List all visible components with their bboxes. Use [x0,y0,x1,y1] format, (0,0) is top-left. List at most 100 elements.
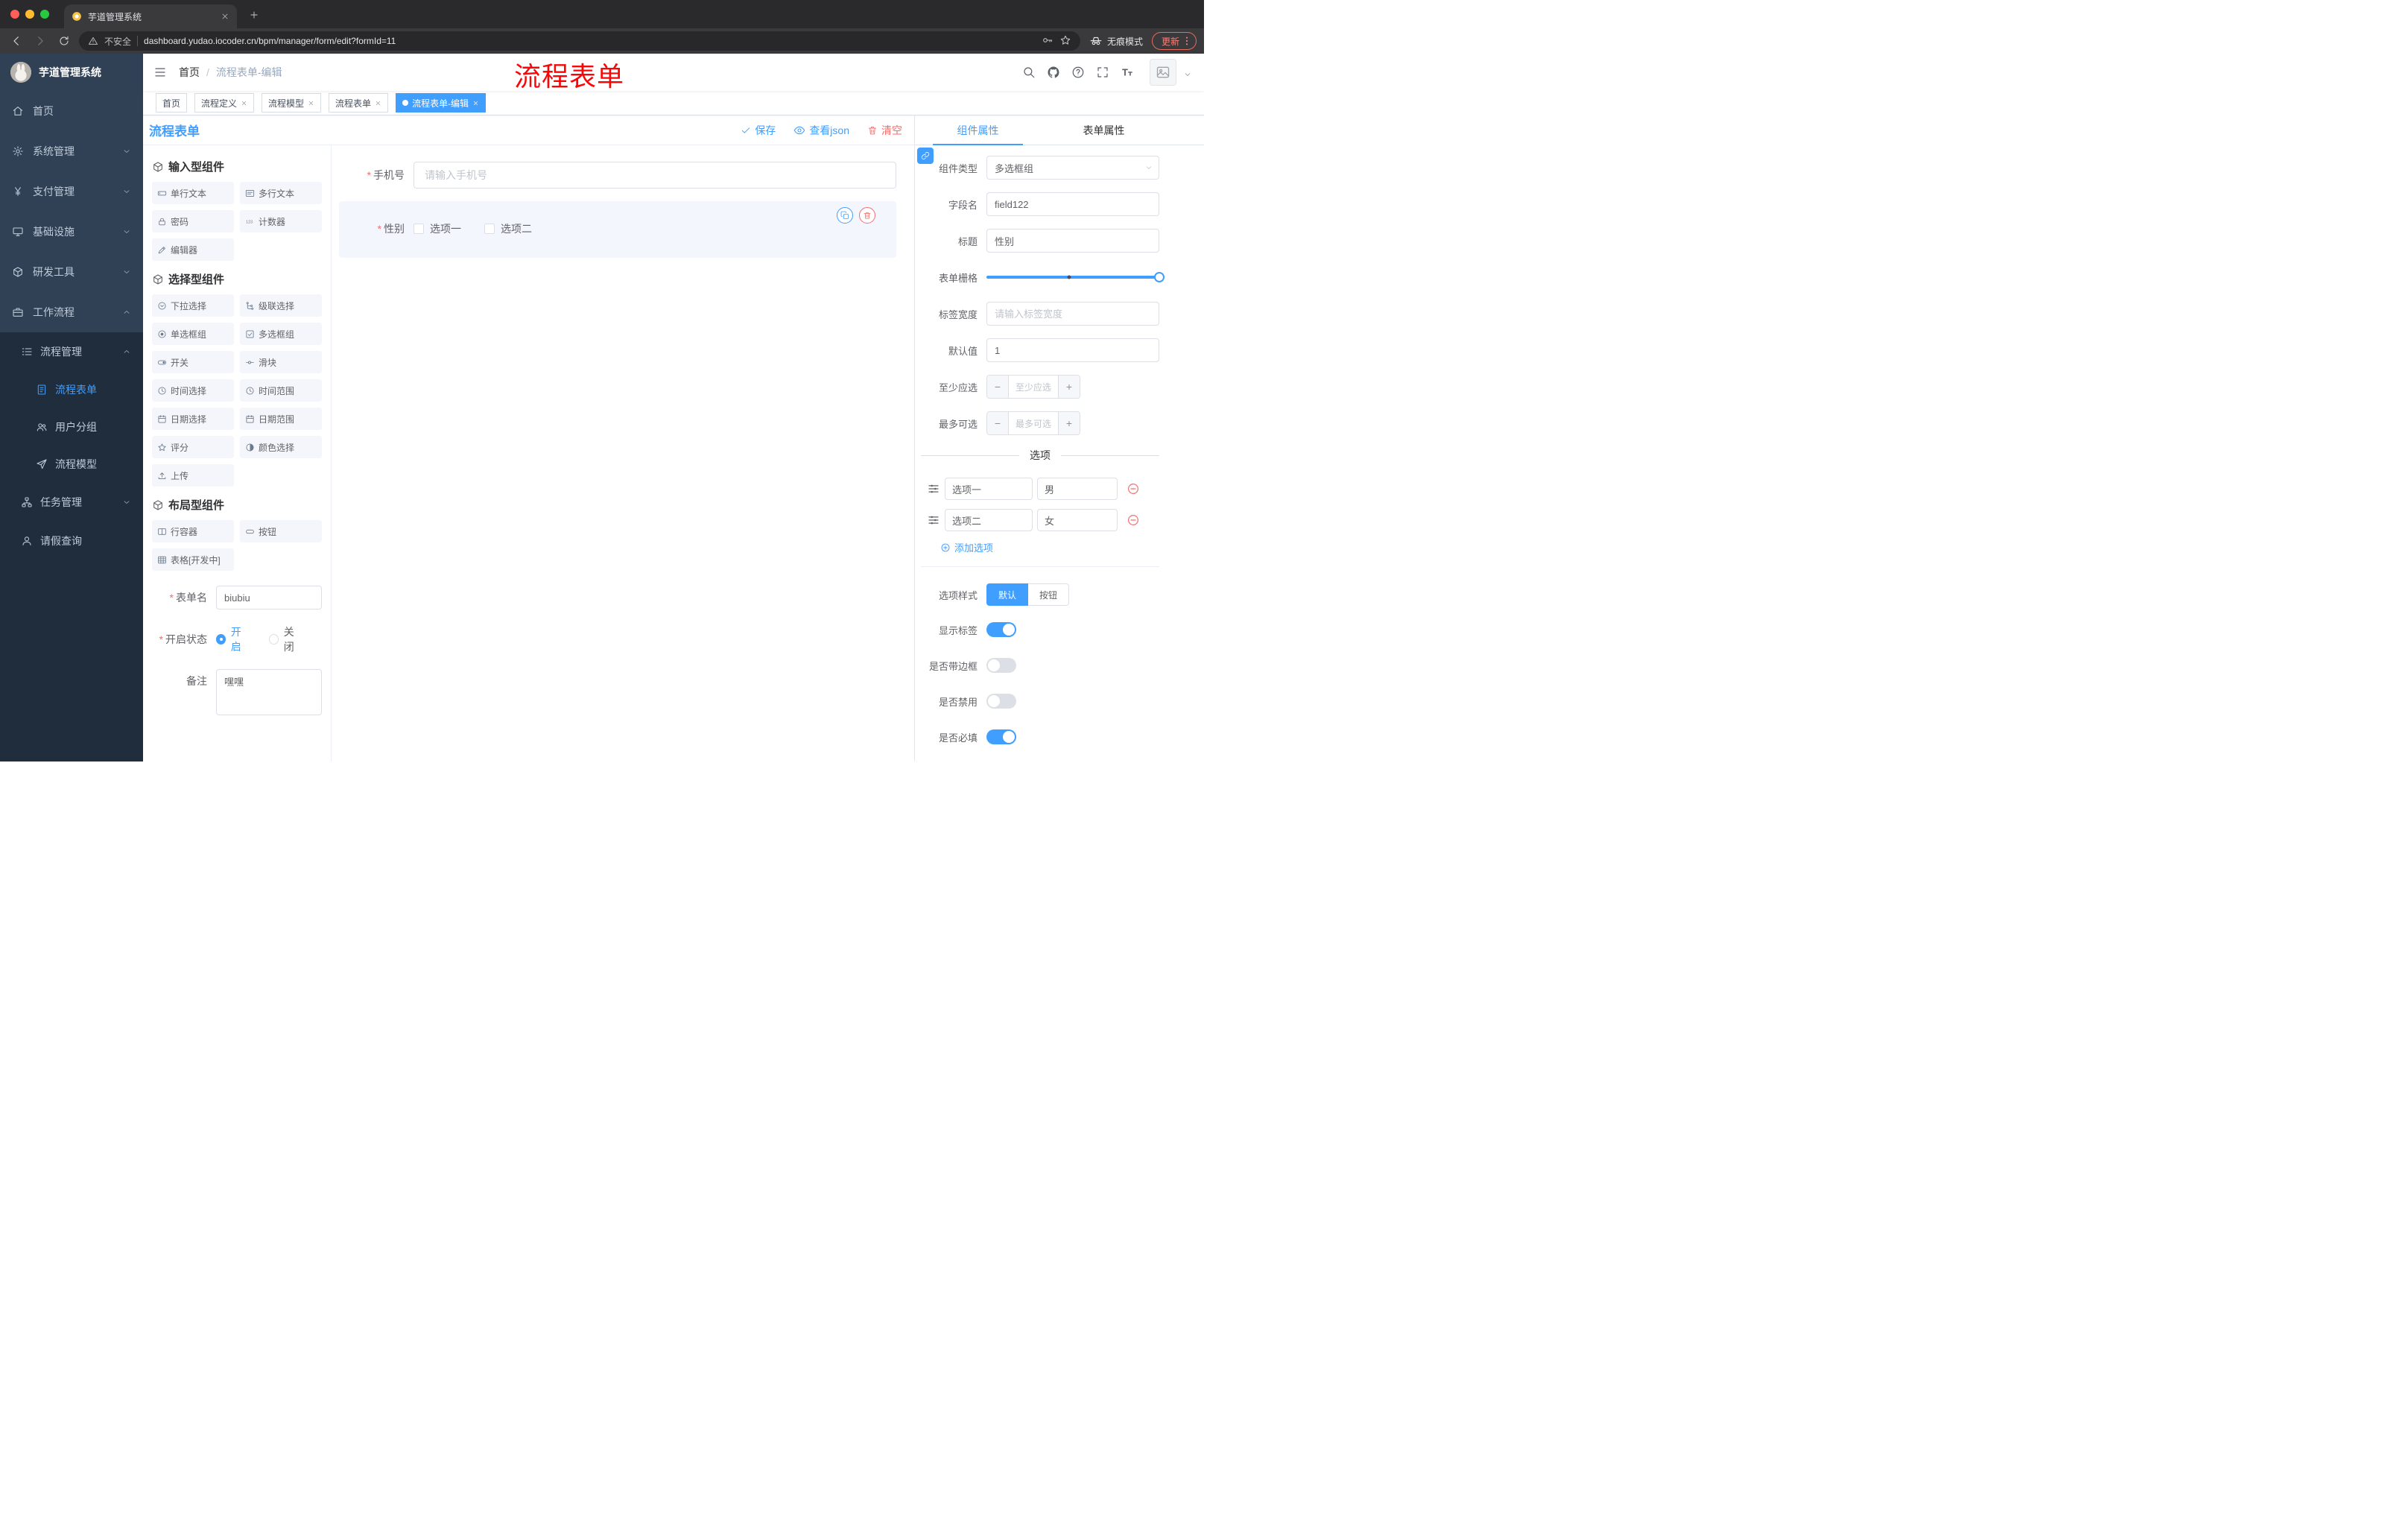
show-label-switch[interactable] [986,622,1016,637]
traffic-light-zoom[interactable] [40,10,49,19]
default-value-input[interactable] [986,338,1159,362]
title-input[interactable] [986,229,1159,253]
gender-checkbox-option1[interactable]: 选项一 [414,221,461,236]
component-time-range[interactable]: 时间范围 [240,379,322,402]
sidebar-item-infrastructure[interactable]: 基础设施 [0,212,143,252]
phone-field-row[interactable]: * 手机号 [339,162,896,189]
remove-option-icon[interactable] [1127,513,1140,527]
font-size-icon[interactable] [1121,66,1134,79]
browser-menu-dots-icon[interactable] [1181,35,1193,47]
stepper-increase-button[interactable]: + [1059,412,1080,434]
widget-delete-button[interactable] [859,207,875,224]
forward-button[interactable] [31,32,49,50]
tab-close-icon[interactable] [221,12,229,21]
component-password[interactable]: 密码 [152,210,234,232]
tag-process-form[interactable]: 流程表单 [329,93,389,113]
sidebar-item-process-form[interactable]: 流程表单 [0,371,143,408]
stepper-decrease-button[interactable]: − [987,412,1008,434]
tag-process-definition[interactable]: 流程定义 [194,93,255,113]
component-date-range[interactable]: 日期范围 [240,408,322,430]
tag-close-icon[interactable] [308,100,314,107]
sidebar-item-process-model[interactable]: 流程模型 [0,446,143,483]
component-rate[interactable]: 评分 [152,436,234,458]
component-type-value[interactable] [986,156,1159,180]
component-type-select[interactable] [986,156,1159,180]
view-json-button[interactable]: 查看json [793,123,849,138]
required-switch[interactable] [986,729,1016,744]
stepper-decrease-button[interactable]: − [987,376,1008,398]
component-button[interactable]: 按钮 [240,520,322,542]
sidebar-item-user-group[interactable]: 用户分组 [0,408,143,446]
tag-close-icon[interactable] [375,100,381,107]
widget-copy-button[interactable] [837,207,853,224]
component-counter[interactable]: 计数器 [240,210,322,232]
reload-button[interactable] [55,32,73,50]
url-bar[interactable]: 不安全 dashboard.yudao.iocoder.cn/bpm/manag… [79,31,1080,51]
stepper-increase-button[interactable]: + [1059,376,1080,398]
sidebar-item-payment[interactable]: 支付管理 [0,171,143,212]
option-value-input[interactable] [1037,478,1118,500]
password-key-icon[interactable] [1042,34,1054,48]
style-button-button[interactable]: 按钮 [1028,583,1070,606]
sidebar-logo[interactable]: 芋道管理系统 [0,54,143,91]
max-select-value[interactable]: 最多可选 [1008,412,1059,434]
sidebar-item-devtools[interactable]: 研发工具 [0,252,143,292]
sidebar-item-system[interactable]: 系统管理 [0,131,143,171]
component-single-line-text[interactable]: 单行文本 [152,182,234,204]
phone-input[interactable] [414,162,896,189]
tab-form-properties[interactable]: 表单属性 [1041,115,1167,145]
checkbox-box[interactable] [484,224,495,234]
menu-fold-icon[interactable] [153,66,167,79]
browser-update-button[interactable]: 更新 [1151,32,1197,50]
sidebar-item-workflow[interactable]: 工作流程 [0,292,143,332]
checkbox-box[interactable] [414,224,424,234]
min-select-value[interactable]: 至少应选 [1008,376,1059,398]
form-name-input[interactable] [216,586,322,609]
component-switch[interactable]: 开关 [152,351,234,373]
selected-widget-gender[interactable]: * 性别 选项一 选项二 [339,201,896,258]
fullscreen-icon[interactable] [1096,66,1109,79]
field-link-button[interactable] [917,148,934,164]
style-default-button[interactable]: 默认 [986,583,1029,606]
slider-handle[interactable] [1154,272,1165,282]
option-value-input[interactable] [1037,509,1118,531]
component-slider[interactable]: 滑块 [240,351,322,373]
sidebar-item-home[interactable]: 首页 [0,91,143,131]
save-button[interactable]: 保存 [741,123,776,138]
component-checkbox-group[interactable]: 多选框组 [240,323,322,345]
avatar[interactable] [1150,59,1176,86]
component-radio-group[interactable]: 单选框组 [152,323,234,345]
search-icon[interactable] [1022,66,1036,79]
tag-process-model[interactable]: 流程模型 [262,93,322,113]
option-label-input[interactable] [945,509,1033,531]
option-label-input[interactable] [945,478,1033,500]
border-switch[interactable] [986,658,1016,673]
sidebar-item-process-management[interactable]: 流程管理 [0,332,143,371]
component-row-container[interactable]: 行容器 [152,520,234,542]
component-color-picker[interactable]: 颜色选择 [240,436,322,458]
traffic-light-minimize[interactable] [25,10,34,19]
form-canvas[interactable]: *手机号 *性别 选项一 [332,145,914,762]
tab-component-properties[interactable]: 组件属性 [915,115,1041,145]
clear-button[interactable]: 清空 [867,123,902,138]
breadcrumb-home[interactable]: 首页 [179,65,200,80]
traffic-light-close[interactable] [10,10,19,19]
component-date-picker[interactable]: 日期选择 [152,408,234,430]
tag-close-icon[interactable] [241,100,247,107]
bookmark-star-icon[interactable] [1059,34,1071,48]
field-name-input[interactable] [986,192,1159,216]
sidebar-item-leave-query[interactable]: 请假查询 [0,522,143,560]
browser-tab[interactable]: 芋道管理系统 [64,4,237,28]
component-time-picker[interactable]: 时间选择 [152,379,234,402]
avatar-caret-icon[interactable] [1183,69,1192,83]
tag-close-icon[interactable] [472,100,479,107]
grid-slider[interactable] [986,265,1165,289]
drag-handle-icon[interactable] [927,513,940,527]
component-table[interactable]: 表格[开发中] [152,548,234,571]
status-radio-off[interactable]: 关闭 [269,624,302,654]
component-dropdown[interactable]: 下拉选择 [152,294,234,317]
label-width-input[interactable] [986,302,1159,326]
sidebar-item-task-management[interactable]: 任务管理 [0,483,143,522]
back-button[interactable] [7,32,25,50]
component-upload[interactable]: 上传 [152,464,234,487]
